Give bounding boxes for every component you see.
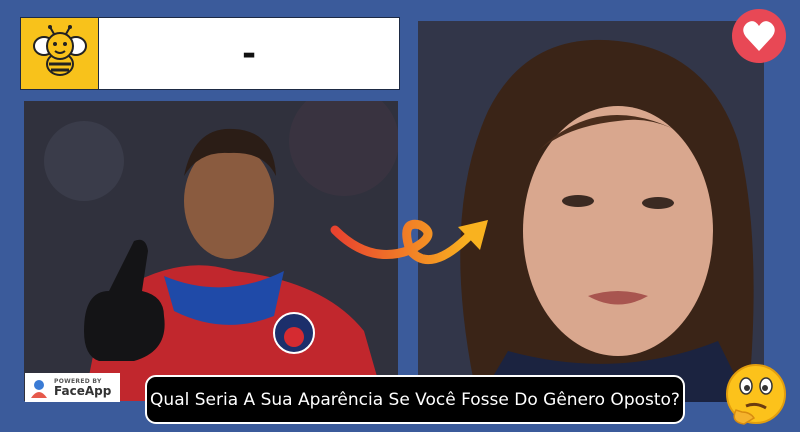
bee-logo-icon [21, 18, 99, 89]
curved-arrow-icon [330, 219, 488, 264]
like-button[interactable] [730, 7, 788, 65]
caption-text: Qual Seria A Sua Aparência Se Você Fosse… [145, 375, 685, 424]
faceapp-watermark: POWERED BY FaceApp [25, 373, 120, 402]
header-panel: - [20, 17, 400, 90]
thinking-emoji-icon [720, 360, 792, 428]
header-title: - [241, 33, 257, 74]
faceapp-brand: FaceApp [54, 383, 112, 398]
faceapp-logo-icon [31, 379, 47, 398]
heart-icon [732, 9, 786, 63]
